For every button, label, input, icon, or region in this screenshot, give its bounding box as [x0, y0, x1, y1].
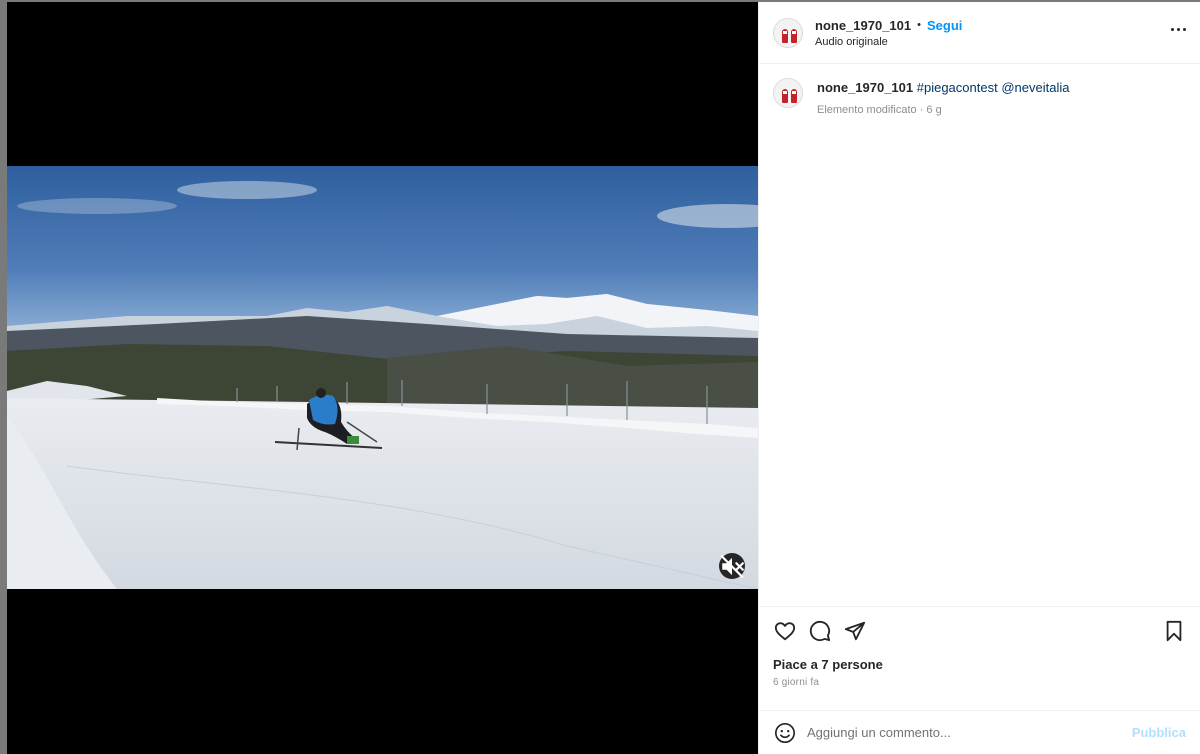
bookmark-icon[interactable]	[1162, 619, 1186, 643]
muted-speaker-icon	[720, 554, 744, 578]
actions-bar: Piace a 7 persone 6 giorni fa	[759, 606, 1200, 710]
paper-plane-icon[interactable]	[843, 619, 867, 643]
post-header: none_1970_101 • Segui Audio originale	[759, 2, 1200, 64]
likes-count[interactable]: Piace a 7 persone	[773, 657, 1186, 672]
publish-button[interactable]: Pubblica	[1132, 725, 1186, 740]
audio-label[interactable]: Audio originale	[815, 36, 962, 48]
video-player[interactable]	[7, 166, 758, 589]
post-side-panel: none_1970_101 • Segui Audio originale no…	[758, 2, 1200, 754]
caption-meta: Elemento modificato · 6 g	[817, 104, 942, 116]
mute-toggle-button[interactable]	[719, 553, 745, 579]
hashtag-link[interactable]: #piegacontest	[917, 80, 998, 95]
heart-icon[interactable]	[773, 619, 797, 643]
mention-link[interactable]: @neveitalia	[1001, 80, 1069, 95]
caption-avatar[interactable]	[773, 78, 803, 108]
smiley-icon[interactable]	[773, 721, 797, 745]
comments-area: none_1970_101 #piegacontest @neveitalia …	[759, 64, 1200, 606]
post-modal: none_1970_101 • Segui Audio originale no…	[7, 2, 1200, 754]
author-avatar[interactable]	[773, 17, 803, 48]
author-username[interactable]: none_1970_101	[815, 18, 911, 33]
caption-username[interactable]: none_1970_101	[817, 80, 913, 95]
comment-bubble-icon[interactable]	[808, 619, 832, 643]
caption-block: none_1970_101 #piegacontest @neveitalia …	[773, 78, 1186, 116]
comment-composer: Pubblica	[759, 710, 1200, 754]
media-viewer	[7, 2, 758, 754]
follow-button[interactable]: Segui	[927, 18, 962, 33]
video-frame-ski-scene	[7, 166, 758, 589]
post-timestamp[interactable]: 6 giorni fa	[773, 677, 1186, 688]
header-separator: •	[917, 19, 921, 31]
comment-input[interactable]	[807, 725, 1132, 740]
more-options-icon[interactable]	[1171, 24, 1186, 35]
